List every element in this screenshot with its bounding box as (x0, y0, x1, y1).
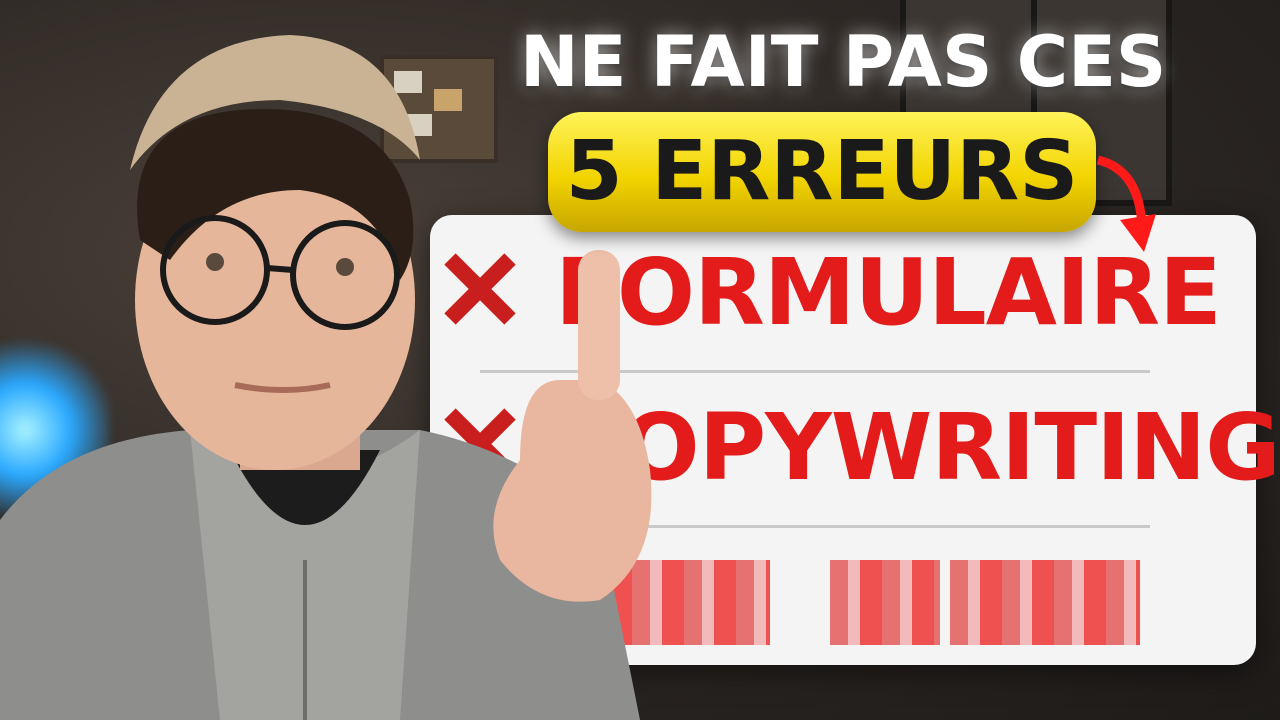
error-label: COPYWRITING (555, 394, 1280, 501)
pixelated-word (950, 560, 1140, 645)
highlight-badge: 5 ERREURS (548, 112, 1096, 232)
presenter-person (0, 35, 652, 720)
pixelated-word (830, 560, 940, 645)
headline: NE FAIT PAS CES (520, 21, 1167, 103)
curved-arrow-icon (1096, 155, 1156, 252)
highlight-text: 5 ERREURS (565, 124, 1079, 219)
